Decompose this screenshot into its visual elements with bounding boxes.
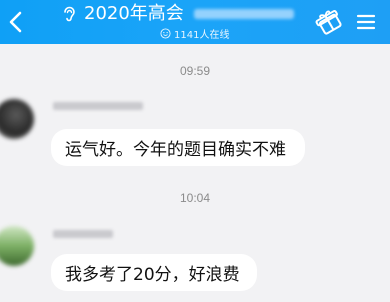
gift-icon[interactable]	[314, 8, 344, 36]
chat-header: 2020年高会 1141人在线	[0, 0, 390, 44]
redacted-group-name	[193, 9, 294, 19]
message-timestamp: 09:59	[179, 64, 211, 78]
hamburger-menu-icon[interactable]	[356, 12, 376, 32]
ear-icon	[64, 6, 75, 22]
chat-bubble[interactable]: 我多考了20分，好浪费	[51, 254, 257, 291]
online-count-text: 1141人在线	[174, 29, 230, 41]
redacted-sender-name	[53, 102, 143, 110]
redacted-sender-name	[53, 230, 113, 238]
avatar[interactable]	[0, 226, 34, 266]
chevron-left-icon[interactable]	[4, 9, 30, 35]
online-count: 1141人在线	[160, 26, 230, 41]
message-timestamp: 10:04	[179, 191, 211, 205]
group-title: 2020年高会	[84, 3, 184, 24]
smiley-icon	[160, 27, 171, 39]
message-text: 运气好。今年的题目确实不难	[65, 140, 286, 160]
message-text: 我多考了20分，好浪费	[65, 265, 240, 285]
group-title-area[interactable]: 2020年高会	[60, 3, 330, 25]
chat-message-list[interactable]: 09:59 运气好。今年的题目确实不难 10:04 我多考了20分，好浪费	[0, 44, 390, 302]
chat-bubble[interactable]: 运气好。今年的题目确实不难	[51, 129, 305, 166]
avatar[interactable]	[0, 99, 34, 139]
